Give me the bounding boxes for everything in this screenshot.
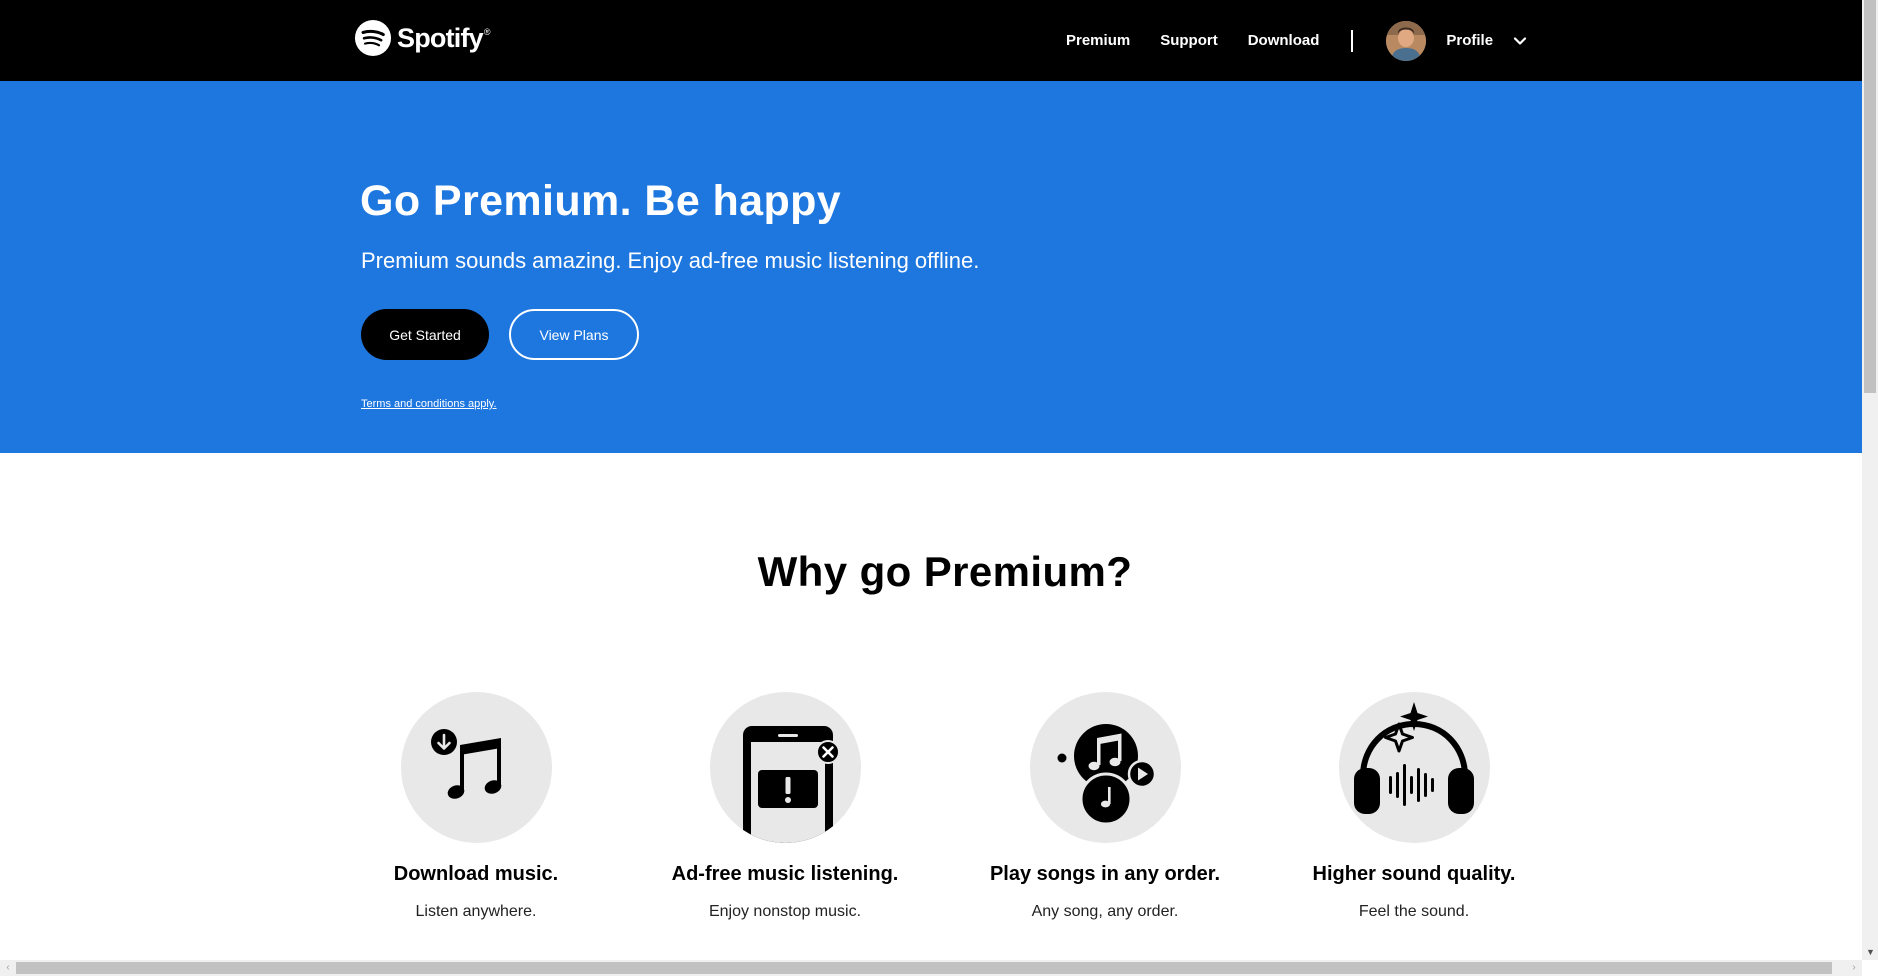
feature-title: Play songs in any order. xyxy=(989,863,1221,885)
feature-title: Higher sound quality. xyxy=(1312,863,1516,885)
vertical-scrollbar[interactable]: ▼ xyxy=(1862,0,1878,960)
terms-link[interactable]: Terms and conditions apply. xyxy=(361,398,497,410)
feature-ad-free: Ad-free music listening. Enjoy nonstop m… xyxy=(620,692,950,921)
hero-banner: Go Premium. Be happy Premium sounds amaz… xyxy=(0,81,1862,453)
nav-links: Premium Support Download Profile xyxy=(1060,0,1527,81)
feature-any-order: Play songs in any order. Any song, any o… xyxy=(940,692,1270,921)
feature-title: Ad-free music listening. xyxy=(671,863,899,885)
spotify-logo[interactable]: Spotify ® xyxy=(354,18,491,58)
ad-free-icon xyxy=(709,692,861,843)
feature-subtitle: Any song, any order. xyxy=(1031,903,1179,920)
get-started-button[interactable]: Get Started xyxy=(361,309,489,360)
chevron-down-icon xyxy=(1513,36,1527,46)
feature-sound-quality: Higher sound quality. Feel the sound. xyxy=(1249,692,1579,921)
nav-link-download[interactable]: Download xyxy=(1248,32,1320,49)
hero-subtitle: Premium sounds amazing. Enjoy ad-free mu… xyxy=(361,248,980,273)
shuffle-play-icon xyxy=(1029,692,1181,843)
view-plans-button[interactable]: View Plans xyxy=(509,309,639,360)
scrollbar-corner xyxy=(1862,960,1878,976)
horizontal-scrollbar[interactable]: ‹ › xyxy=(0,960,1862,976)
feature-subtitle: Listen anywhere. xyxy=(415,903,537,920)
horizontal-scroll-thumb[interactable] xyxy=(16,962,1832,974)
page-viewport: Spotify ® Premium Support Download Profi… xyxy=(0,0,1862,960)
spotify-logo-icon xyxy=(354,19,392,57)
headphones-icon xyxy=(1338,692,1490,843)
feature-subtitle: Feel the sound. xyxy=(1358,903,1470,920)
feature-download: Download music. Listen anywhere. xyxy=(311,692,641,921)
hero-title: Go Premium. Be happy xyxy=(360,177,842,225)
avatar xyxy=(1386,20,1427,61)
nav-link-support[interactable]: Support xyxy=(1160,32,1218,49)
profile-label: Profile xyxy=(1446,32,1494,49)
profile-menu[interactable]: Profile xyxy=(1386,20,1527,61)
why-premium-title: Why go Premium? xyxy=(757,548,1133,595)
download-music-icon xyxy=(400,692,552,843)
scroll-left-arrow-icon[interactable]: ‹ xyxy=(3,963,13,973)
nav-divider xyxy=(1351,29,1354,52)
logo-wordmark: Spotify xyxy=(397,22,484,53)
nav-link-premium[interactable]: Premium xyxy=(1066,32,1130,49)
feature-title: Download music. xyxy=(393,863,559,885)
scroll-right-arrow-icon[interactable]: › xyxy=(1849,963,1859,973)
feature-subtitle: Enjoy nonstop music. xyxy=(708,903,862,920)
logo-trademark: ® xyxy=(483,27,491,37)
top-nav: Spotify ® Premium Support Download Profi… xyxy=(0,0,1862,81)
vertical-scroll-thumb[interactable] xyxy=(1864,0,1876,393)
scroll-down-arrow-icon[interactable]: ▼ xyxy=(1866,948,1875,957)
